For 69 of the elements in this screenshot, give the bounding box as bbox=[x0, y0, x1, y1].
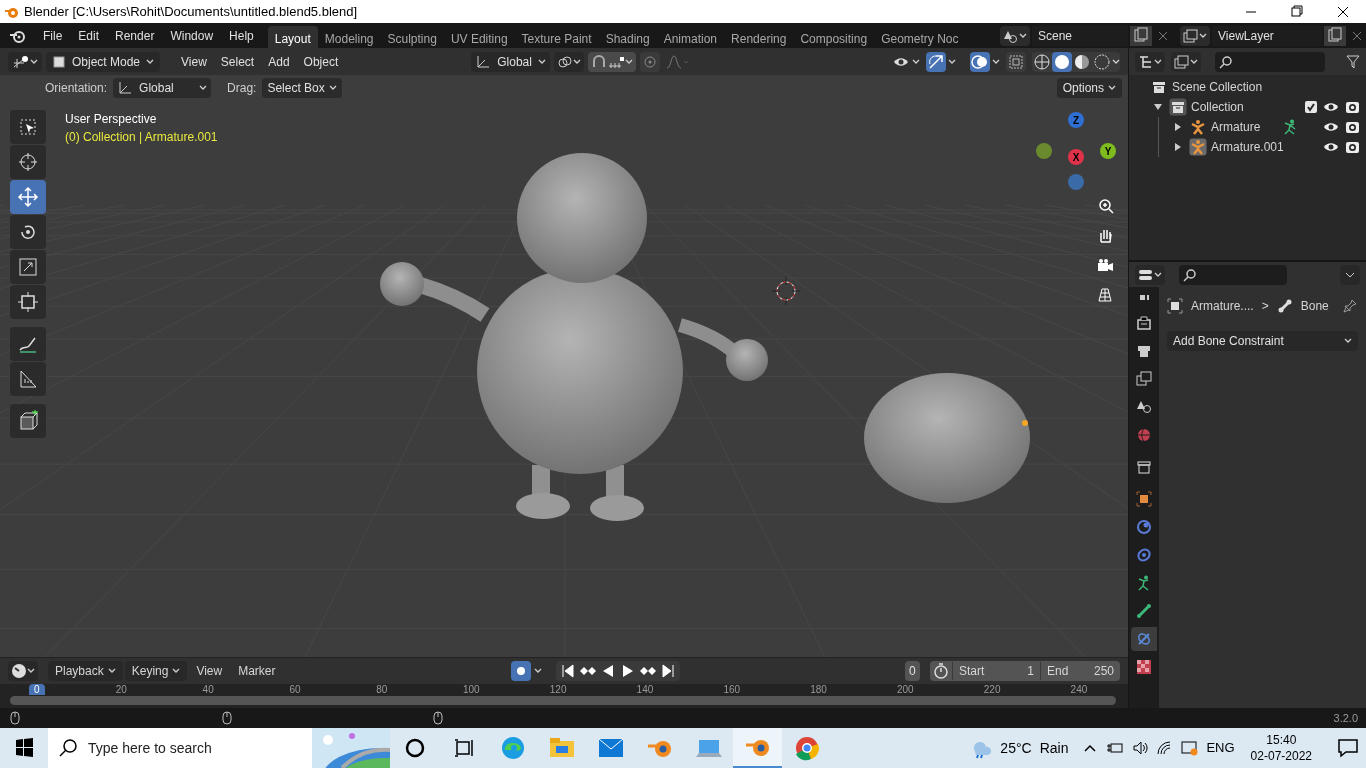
end-frame-field[interactable]: End 250 bbox=[1040, 662, 1120, 680]
menu-item[interactable]: Keying bbox=[124, 661, 188, 681]
menu-item[interactable]: Window bbox=[162, 26, 222, 45]
start-frame-field[interactable]: Start 1 bbox=[952, 662, 1040, 680]
outliner-item[interactable]: Scene Collection bbox=[1172, 78, 1263, 96]
menu-item[interactable]: Help bbox=[221, 26, 262, 45]
frame-number: 220 bbox=[983, 684, 1001, 695]
menu-item[interactable]: Render bbox=[107, 26, 163, 45]
outliner-item[interactable]: Collection bbox=[1191, 98, 1244, 116]
drag-dropdown[interactable]: Select Box bbox=[262, 78, 342, 98]
frame-number: 240 bbox=[1070, 684, 1088, 695]
frame-number: 40 bbox=[202, 684, 214, 695]
frame-number: 200 bbox=[897, 684, 914, 695]
options-dropdown[interactable]: Options bbox=[1056, 78, 1122, 98]
view-perspective-label: User Perspective bbox=[65, 111, 157, 128]
frame-number: 160 bbox=[723, 684, 741, 695]
drag-label: Drag: bbox=[227, 80, 257, 97]
frame-number: 120 bbox=[549, 684, 567, 695]
workspace-tab[interactable]: Animation bbox=[656, 26, 725, 48]
frame-number: 80 bbox=[376, 684, 388, 695]
view-layer-name-field[interactable]: ViewLayer bbox=[1212, 25, 1322, 46]
workspace-tab[interactable]: Layout bbox=[267, 26, 318, 48]
menu-item[interactable]: Edit bbox=[70, 26, 108, 45]
z-axis-handle[interactable]: Z bbox=[1068, 112, 1084, 128]
menu-item[interactable]: Select bbox=[213, 52, 262, 71]
workspace-tab[interactable]: Compositing bbox=[793, 26, 875, 48]
scene-name-field[interactable]: Scene bbox=[1032, 25, 1128, 46]
menu-item[interactable]: Marker bbox=[231, 661, 283, 681]
object-name-label: Armature.... bbox=[1191, 298, 1254, 315]
language-indicator[interactable]: ENG bbox=[1206, 738, 1235, 758]
frame-number: 60 bbox=[289, 684, 301, 695]
version-label: 3.2.0 bbox=[1333, 710, 1358, 726]
workspace-tab[interactable]: Texture Paint bbox=[514, 26, 599, 48]
workspace-tab[interactable]: Geometry Noc bbox=[874, 26, 966, 48]
orientation-label: Orientation: bbox=[45, 80, 108, 97]
transform-orientation-dropdown[interactable]: Global bbox=[471, 51, 550, 72]
breadcrumb-separator: > bbox=[1261, 298, 1269, 315]
temperature-label[interactable]: 25°C bbox=[1000, 737, 1032, 759]
frame-number: 20 bbox=[115, 684, 127, 695]
workspace-tab[interactable]: Shading bbox=[598, 26, 657, 48]
clock-time[interactable]: 15:40 bbox=[1266, 732, 1297, 748]
workspace-tab[interactable]: Modeling bbox=[317, 26, 381, 48]
bone-name-label: Bone bbox=[1300, 298, 1329, 315]
menu-item[interactable]: Playback bbox=[48, 661, 123, 681]
collection-info-label: (0) Collection | Armature.001 bbox=[65, 129, 218, 146]
add-bone-constraint-dropdown[interactable]: Add Bone Constraint bbox=[1167, 331, 1358, 351]
menu-item[interactable]: View bbox=[174, 52, 214, 71]
outliner-item[interactable]: Armature.001 bbox=[1211, 138, 1284, 156]
search-field[interactable]: Type here to search bbox=[48, 728, 390, 768]
current-frame-marker: 0 bbox=[29, 684, 45, 695]
y-axis-handle[interactable]: Y bbox=[1100, 143, 1116, 159]
outliner-item[interactable]: Armature bbox=[1211, 118, 1261, 136]
menu-item[interactable]: Add bbox=[261, 52, 297, 71]
workspace-tab[interactable]: UV Editing bbox=[443, 26, 515, 48]
current-frame-field[interactable]: 0 bbox=[904, 661, 920, 681]
weather-condition-label[interactable]: Rain bbox=[1039, 737, 1069, 759]
mode-dropdown[interactable]: Object Mode bbox=[46, 51, 161, 72]
frame-number: 100 bbox=[463, 684, 480, 695]
frame-number: 180 bbox=[810, 684, 827, 695]
clock-date[interactable]: 02-07-2022 bbox=[1250, 748, 1312, 764]
workspace-tab[interactable]: Rendering bbox=[724, 26, 794, 48]
menu-item[interactable]: Object bbox=[296, 52, 346, 71]
x-axis-handle[interactable]: X bbox=[1068, 149, 1084, 165]
frame-number: 140 bbox=[636, 684, 654, 695]
window-title: Blender [C:\Users\Rohit\Documents\untitled.blend5.blend] bbox=[24, 2, 358, 21]
menu-item[interactable]: View bbox=[189, 661, 230, 681]
menu-item[interactable]: File bbox=[35, 26, 71, 45]
orientation-dropdown[interactable]: Global bbox=[113, 78, 212, 98]
workspace-tab[interactable]: Sculpting bbox=[380, 26, 444, 48]
